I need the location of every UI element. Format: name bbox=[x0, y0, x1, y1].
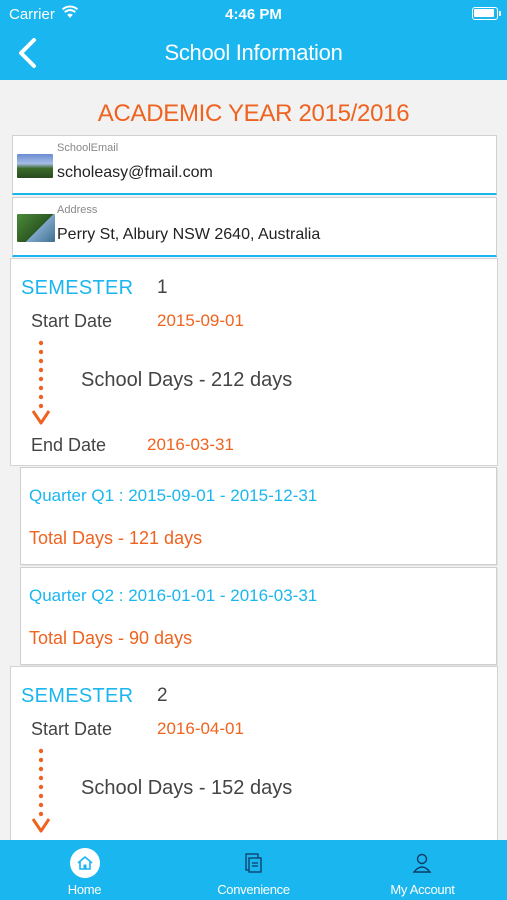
school-email-value: scholeasy@fmail.com bbox=[57, 164, 213, 181]
battery-icon bbox=[472, 7, 501, 20]
status-bar: Carrier 4:46 PM bbox=[0, 0, 507, 28]
academic-year-title: ACADEMIC YEAR 2015/2016 bbox=[97, 100, 410, 127]
document-icon bbox=[245, 853, 262, 873]
tab-label: Home bbox=[67, 882, 102, 897]
tab-label: Convenience bbox=[217, 882, 290, 897]
dotted-arrow-icon bbox=[31, 748, 51, 833]
school-email-card: SchoolEmail scholeasy@fmail.com bbox=[12, 135, 497, 195]
car-thumbnail bbox=[17, 214, 55, 242]
quarter-total-days: Total Days - 121 days bbox=[29, 528, 203, 548]
end-date-label: End Date bbox=[31, 435, 107, 455]
school-email-label: SchoolEmail bbox=[57, 142, 119, 154]
quarter-range: Quarter Q1 : 2015-09-01 - 2015-12-31 bbox=[29, 486, 318, 505]
quarter-range: Quarter Q2 : 2016-01-01 - 2016-03-31 bbox=[29, 586, 318, 605]
user-icon bbox=[412, 853, 432, 873]
page-title: School Information bbox=[164, 40, 343, 65]
semester-number: 1 bbox=[157, 277, 168, 298]
semester-number: 2 bbox=[157, 685, 168, 706]
quarter-total-days: Total Days - 90 days bbox=[29, 628, 193, 648]
clock: 4:46 PM bbox=[225, 6, 282, 23]
nav-header: Carrier 4:46 PM School Information bbox=[0, 0, 507, 80]
address-label: Address bbox=[57, 204, 98, 216]
semester-card-1: SEMESTER 1 Start Date 2015-09-01 School … bbox=[10, 258, 498, 466]
semester-label: SEMESTER bbox=[21, 685, 134, 707]
home-icon bbox=[70, 848, 100, 878]
end-date-value: 2016-03-31 bbox=[147, 435, 234, 454]
tab-my-account[interactable]: My Account bbox=[338, 840, 507, 900]
tab-bar: Home Convenience My Account bbox=[0, 840, 507, 900]
semester-card-2: SEMESTER 2 Start Date 2016-04-01 School … bbox=[10, 666, 498, 840]
tab-label: My Account bbox=[390, 882, 455, 897]
mountains-thumbnail bbox=[17, 154, 53, 178]
address-value: Perry St, Albury NSW 2640, Australia bbox=[57, 226, 321, 243]
start-date-value: 2015-09-01 bbox=[157, 311, 244, 330]
tab-convenience[interactable]: Convenience bbox=[169, 840, 338, 900]
semester-label: SEMESTER bbox=[21, 277, 134, 299]
quarter-card-q1: Quarter Q1 : 2015-09-01 - 2015-12-31 Tot… bbox=[20, 467, 497, 565]
school-days-text: School Days - 212 days bbox=[81, 369, 293, 391]
content-scroll[interactable]: ACADEMIC YEAR 2015/2016 SchoolEmail scho… bbox=[0, 80, 507, 840]
start-date-label: Start Date bbox=[31, 311, 113, 331]
start-date-label: Start Date bbox=[31, 719, 113, 739]
quarter-card-q2: Quarter Q2 : 2016-01-01 - 2016-03-31 Tot… bbox=[20, 567, 497, 665]
start-date-value: 2016-04-01 bbox=[157, 719, 244, 738]
dotted-arrow-icon bbox=[31, 340, 51, 425]
school-days-text: School Days - 152 days bbox=[81, 777, 293, 799]
address-card: Address Perry St, Albury NSW 2640, Austr… bbox=[12, 197, 497, 257]
tab-home[interactable]: Home bbox=[0, 840, 169, 900]
